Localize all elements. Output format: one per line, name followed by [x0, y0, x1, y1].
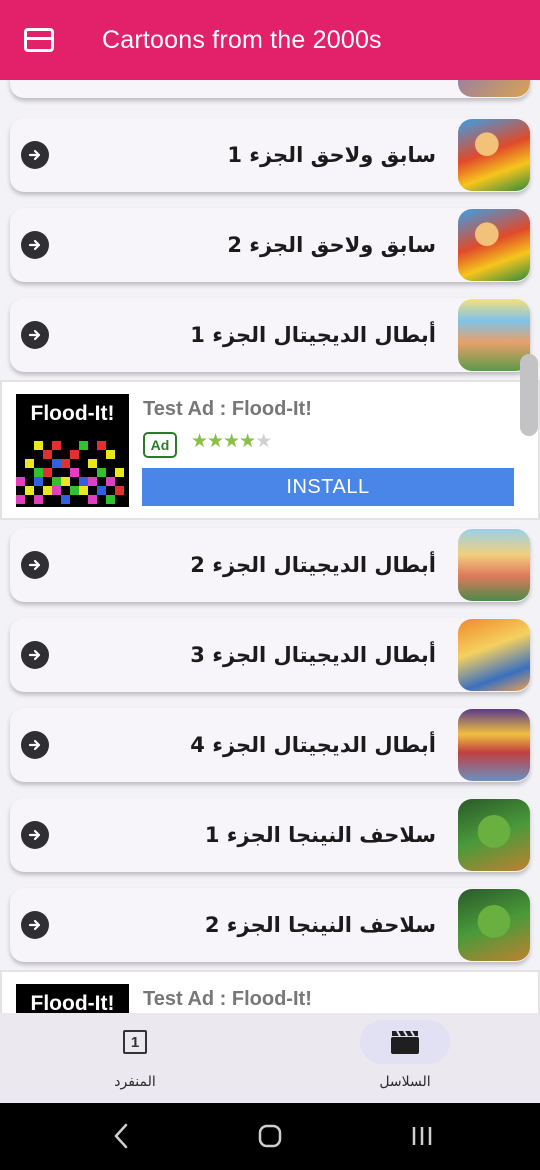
list-item-partial[interactable] [10, 80, 530, 98]
series-thumbnail [458, 80, 530, 97]
series-thumbnail [458, 619, 530, 691]
ad-app-logo: Flood-It! [16, 394, 129, 507]
nav-pill: 1 [90, 1020, 180, 1064]
list-item[interactable]: سلاحف النينجا الجزء 2 [10, 888, 530, 962]
list-item[interactable]: سابق ولاحق الجزء 1 [10, 118, 530, 192]
series-thumbnail [458, 209, 530, 281]
list-item[interactable]: أبطال الديجيتال الجزء 3 [10, 618, 530, 692]
series-list[interactable]: سابق ولاحق الجزء 1 سابق ولاحق الجزء 2 أب… [0, 80, 540, 1013]
ad-banner[interactable]: Flood-It! Test Ad: Flood-It! Ad ★★★★★ I… [0, 380, 540, 520]
ad-badge: Ad [143, 432, 177, 458]
list-item-label: سلاحف النينجا الجزء 2 [204, 913, 436, 937]
list-item-label: أبطال الديجيتال الجزء 2 [190, 553, 436, 577]
nav-label: السلاسل [379, 1074, 431, 1090]
list-item[interactable]: أبطال الديجيتال الجزء 1 [10, 298, 530, 372]
series-thumbnail [458, 799, 530, 871]
list-item-label: سلاحف النينجا الجزء 1 [204, 823, 436, 847]
app-bar: Cartoons from the 2000s [0, 0, 540, 80]
list-item-label: سابق ولاحق الجزء 2 [227, 233, 436, 257]
bottom-navigation: 1 المنفرد السلاسل [0, 1013, 540, 1103]
star-icon: ★ [223, 430, 240, 452]
arrow-right-icon [21, 141, 49, 169]
series-thumbnail [458, 709, 530, 781]
nav-pill-active [360, 1020, 450, 1064]
star-rating: ★★★★★ [191, 430, 272, 452]
list-item-label: أبطال الديجيتال الجزء 3 [190, 643, 436, 667]
arrow-right-icon [21, 911, 49, 939]
ad-title[interactable]: Test Ad : Flood-It! [143, 398, 312, 421]
flood-it-pixels-icon [16, 441, 124, 504]
arrow-right-icon [21, 231, 49, 259]
series-thumbnail [458, 889, 530, 961]
clapperboard-icon [391, 1030, 419, 1054]
back-icon[interactable] [114, 1123, 128, 1149]
ad-title[interactable]: Test Ad : Flood-It! [143, 988, 312, 1011]
list-item[interactable]: سلاحف النينجا الجزء 1 [10, 798, 530, 872]
list-item-label: أبطال الديجيتال الجزء 1 [190, 323, 436, 347]
list-item-label: أبطال الديجيتال الجزء 4 [190, 733, 436, 757]
arrow-right-icon [21, 821, 49, 849]
series-thumbnail [458, 119, 530, 191]
arrow-right-icon [21, 321, 49, 349]
arrow-right-icon [21, 731, 49, 759]
star-icon: ★ [191, 430, 208, 452]
app-title: Cartoons from the 2000s [102, 25, 382, 54]
ad-banner[interactable]: Flood-It! Test Ad : Flood-It! [0, 970, 540, 1013]
numbered-square-icon: 1 [123, 1030, 147, 1054]
nav-item-series[interactable]: السلاسل [360, 1013, 450, 1103]
system-navigation-bar [0, 1103, 540, 1170]
star-icon: ★ [255, 430, 272, 452]
recents-icon[interactable] [412, 1127, 432, 1145]
ad-app-logo: Flood-It! [16, 984, 129, 1013]
series-thumbnail [458, 529, 530, 601]
list-item[interactable]: أبطال الديجيتال الجزء 2 [10, 528, 530, 602]
list-item[interactable]: سابق ولاحق الجزء 2 [10, 208, 530, 282]
scrollbar-thumb[interactable] [520, 354, 538, 436]
nav-item-single[interactable]: 1 المنفرد [90, 1013, 180, 1103]
menu-icon[interactable] [24, 28, 54, 52]
list-item-label: سابق ولاحق الجزء 1 [227, 143, 436, 167]
star-icon: ★ [207, 430, 224, 452]
nav-label: المنفرد [114, 1074, 156, 1090]
list-item[interactable]: أبطال الديجيتال الجزء 4 [10, 708, 530, 782]
home-icon[interactable] [258, 1124, 282, 1148]
install-button[interactable]: INSTALL [142, 468, 514, 506]
arrow-right-icon [21, 641, 49, 669]
arrow-right-icon [21, 551, 49, 579]
star-icon: ★ [239, 430, 256, 452]
